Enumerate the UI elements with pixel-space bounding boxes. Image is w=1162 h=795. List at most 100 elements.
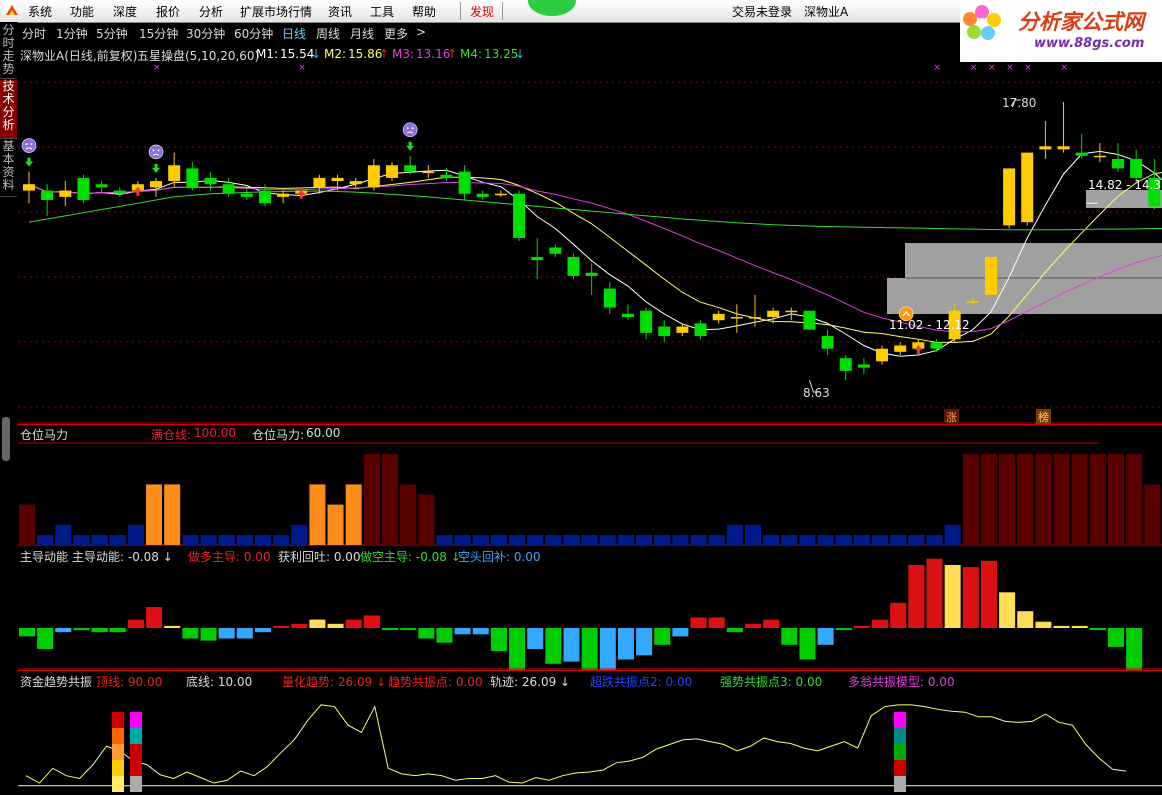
period-1min[interactable]: 1分钟 (56, 25, 88, 42)
m3-label: M3: (392, 47, 415, 61)
resonance-block (130, 776, 142, 792)
candle-body (422, 171, 435, 174)
collapse-handle[interactable] (2, 417, 10, 461)
menu-analysis[interactable]: 分析 (199, 3, 223, 20)
momentum-bar (91, 628, 108, 633)
x-mark-icon: × (153, 63, 161, 73)
candle-body (1057, 146, 1070, 150)
chevron-right-icon[interactable]: > (416, 25, 426, 39)
position-bar (690, 534, 707, 545)
momentum-bar (672, 628, 689, 637)
menu-tools[interactable]: 工具 (370, 3, 394, 20)
position-bar (835, 534, 852, 545)
candle-body (621, 313, 634, 318)
position-power-chart[interactable] (18, 424, 1162, 546)
main-candlestick-chart[interactable]: × × × × × × × × (18, 62, 1162, 424)
down-arrow-icon (25, 157, 33, 167)
position-bar (55, 524, 72, 545)
position-bar (962, 454, 979, 545)
position-bar (164, 484, 181, 545)
momentum-bar (418, 628, 435, 639)
position-bar (545, 534, 562, 545)
period-weekly[interactable]: 周线 (316, 25, 340, 42)
m4-arrow-icon: ↓ (515, 47, 526, 61)
position-bar (745, 524, 761, 545)
momentum-bar (182, 628, 199, 639)
period-timeshare[interactable]: 分时 (22, 25, 46, 42)
candle-body (531, 256, 544, 261)
tab-technical-analysis[interactable]: 技术分析 (0, 80, 17, 139)
menu-news[interactable]: 资讯 (328, 3, 352, 20)
period-15min[interactable]: 15分钟 (139, 25, 178, 42)
menu-quote[interactable]: 报价 (156, 3, 180, 20)
momentum-bar (127, 619, 144, 628)
candle-body (494, 193, 507, 196)
app-icon[interactable] (4, 3, 20, 19)
dominant-momentum-chart[interactable] (18, 546, 1162, 670)
momentum-bar (363, 615, 380, 628)
position-bar (817, 534, 834, 545)
momentum-bar (509, 628, 526, 670)
login-status[interactable]: 交易未登录 (732, 3, 792, 20)
position-bar (454, 534, 471, 545)
candle-body (549, 247, 562, 254)
momentum-bar (908, 565, 925, 628)
fund-trend-resonance-chart[interactable] (18, 670, 1162, 795)
candle-body (712, 313, 725, 321)
period-more[interactable]: 更多 (384, 25, 408, 42)
momentum-bar (926, 558, 943, 628)
position-bar (1089, 454, 1106, 545)
position-bar (345, 484, 362, 545)
position-bar (1071, 454, 1088, 545)
candle-body (1003, 168, 1016, 226)
momentum-bar (55, 628, 72, 633)
candle-body (77, 177, 90, 201)
momentum-bar (853, 625, 870, 628)
candle-body (513, 193, 526, 238)
momentum-bar (309, 619, 326, 628)
resonance-block (112, 744, 124, 760)
resonance-block (894, 712, 906, 728)
position-bar (672, 534, 689, 545)
candle-body (367, 165, 380, 188)
position-bar (327, 504, 344, 545)
period-bar: 分时 1分钟 5分钟 15分钟 30分钟 60分钟 日线 周线 月线 更多 > (18, 22, 962, 44)
candle-body (277, 193, 290, 197)
tab-time-share[interactable]: 分时走势 (0, 24, 17, 79)
candle-body (803, 310, 816, 330)
momentum-bar (490, 628, 507, 652)
momentum-bar (799, 628, 816, 660)
resonance-block (112, 760, 124, 776)
position-bar (146, 484, 163, 545)
position-bar (73, 534, 90, 545)
x-mark-icon: × (970, 63, 978, 73)
period-60min[interactable]: 60分钟 (234, 25, 273, 42)
period-30min[interactable]: 30分钟 (186, 25, 225, 42)
momentum-bar (436, 628, 453, 643)
candle-body (458, 171, 471, 194)
position-bar (382, 454, 398, 545)
green-orb-button[interactable] (528, 0, 576, 16)
position-bar (980, 454, 997, 545)
position-bar (599, 534, 616, 545)
candle-body (640, 310, 653, 333)
resonance-block (130, 760, 142, 776)
tab-fundamentals[interactable]: 基本资料 (0, 140, 17, 197)
menu-function[interactable]: 功能 (70, 3, 94, 20)
candle-body (839, 358, 852, 371)
menu-depth[interactable]: 深度 (113, 3, 137, 20)
menu-system[interactable]: 系统 (28, 3, 52, 20)
candle-body (404, 165, 417, 172)
period-monthly[interactable]: 月线 (350, 25, 374, 42)
momentum-bar (654, 628, 671, 645)
candle-body (585, 272, 598, 276)
period-daily[interactable]: 日线 (282, 25, 306, 42)
position-bar (490, 534, 507, 545)
period-5min[interactable]: 5分钟 (96, 25, 128, 42)
candle-body (821, 336, 834, 349)
menu-extended-market[interactable]: 扩展市场行情 (240, 3, 312, 20)
menu-discover[interactable]: 发现 (470, 3, 494, 20)
menu-help[interactable]: 帮助 (412, 3, 436, 20)
momentum-bar (545, 628, 562, 664)
position-bar (309, 484, 326, 545)
